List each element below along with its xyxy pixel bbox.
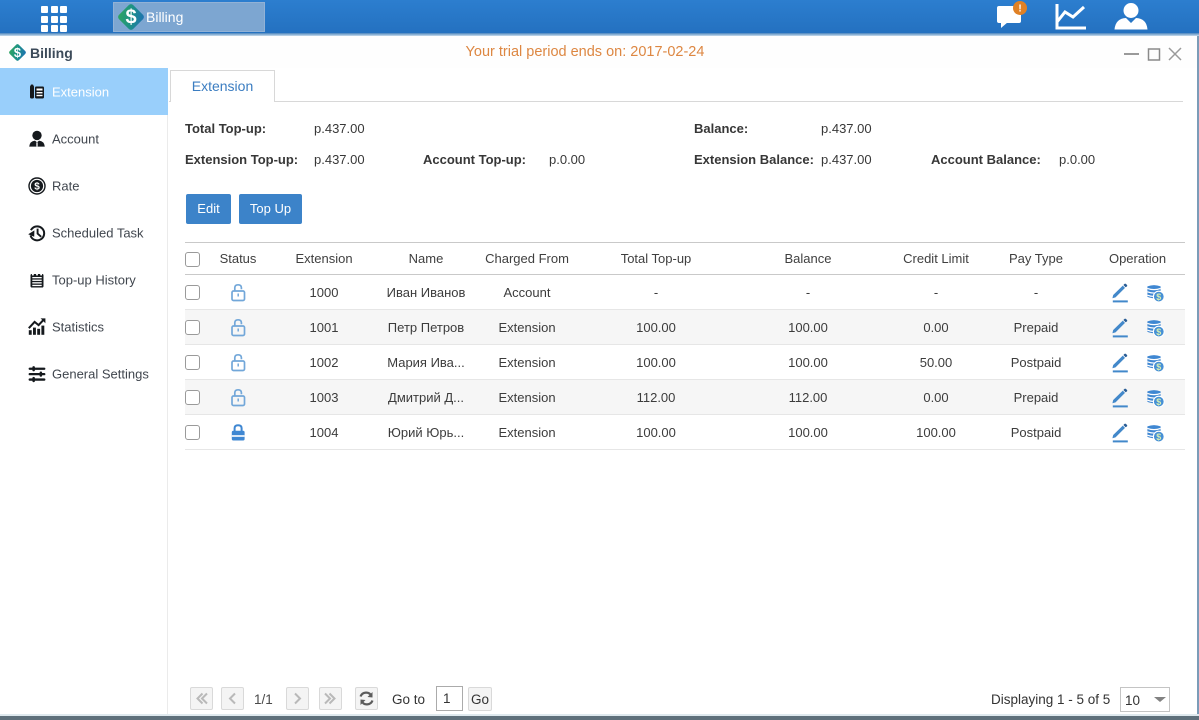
svg-text:!: ! (1018, 4, 1021, 15)
svg-text:$: $ (125, 7, 136, 29)
svg-text:$: $ (34, 181, 40, 192)
